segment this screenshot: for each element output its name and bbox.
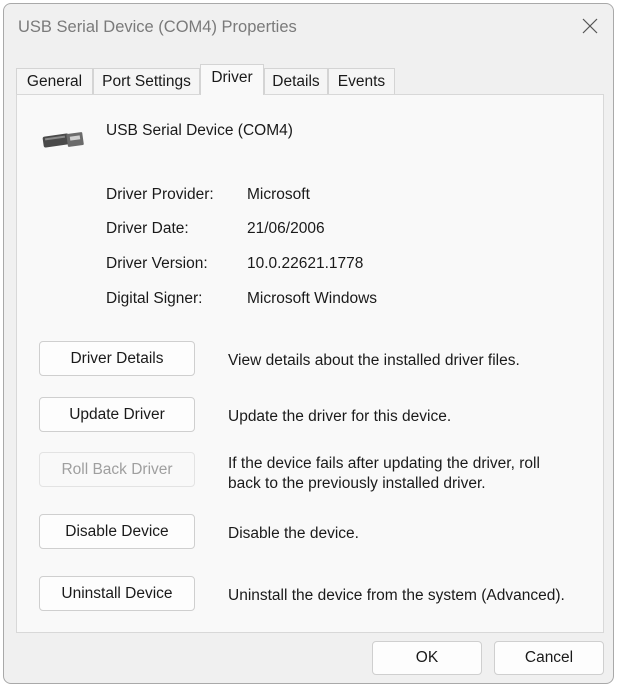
- driver-version-label: Driver Version:: [106, 255, 208, 272]
- driver-details-description: View details about the installed driver …: [228, 352, 520, 369]
- window-title: USB Serial Device (COM4) Properties: [18, 18, 297, 36]
- digital-signer-label: Digital Signer:: [106, 290, 203, 307]
- properties-dialog: USB Serial Device (COM4) Properties Gene…: [3, 3, 614, 684]
- tab-events[interactable]: Events: [328, 68, 395, 94]
- driver-provider-label: Driver Provider:: [106, 186, 214, 203]
- update-driver-button[interactable]: Update Driver: [39, 397, 195, 432]
- driver-provider-value: Microsoft: [247, 186, 310, 203]
- uninstall-device-description: Uninstall the device from the system (Ad…: [228, 587, 565, 604]
- device-name: USB Serial Device (COM4): [106, 122, 293, 139]
- roll-back-driver-button: Roll Back Driver: [39, 452, 195, 487]
- close-button[interactable]: [567, 4, 613, 50]
- driver-date-label: Driver Date:: [106, 220, 189, 237]
- disable-device-description: Disable the device.: [228, 525, 359, 542]
- driver-date-value: 21/06/2006: [247, 220, 325, 237]
- disable-device-button[interactable]: Disable Device: [39, 514, 195, 549]
- cancel-button[interactable]: Cancel: [494, 641, 604, 675]
- tab-details[interactable]: Details: [264, 68, 328, 94]
- uninstall-device-button[interactable]: Uninstall Device: [39, 576, 195, 611]
- usb-connector-icon: [42, 132, 84, 148]
- roll-back-driver-description: If the device fails after updating the d…: [228, 455, 540, 492]
- driver-tab-panel: USB Serial Device (COM4) Driver Provider…: [16, 94, 604, 633]
- ok-button[interactable]: OK: [372, 641, 482, 675]
- driver-details-button[interactable]: Driver Details: [39, 341, 195, 376]
- tab-port-settings[interactable]: Port Settings: [93, 68, 200, 94]
- digital-signer-value: Microsoft Windows: [247, 290, 378, 307]
- update-driver-description: Update the driver for this device.: [228, 408, 452, 425]
- title-bar: USB Serial Device (COM4) Properties: [4, 4, 613, 52]
- tab-general[interactable]: General: [16, 68, 93, 94]
- driver-version-value: 10.0.22621.1778: [247, 255, 364, 272]
- close-icon: [582, 18, 598, 34]
- tab-driver[interactable]: Driver: [200, 64, 264, 95]
